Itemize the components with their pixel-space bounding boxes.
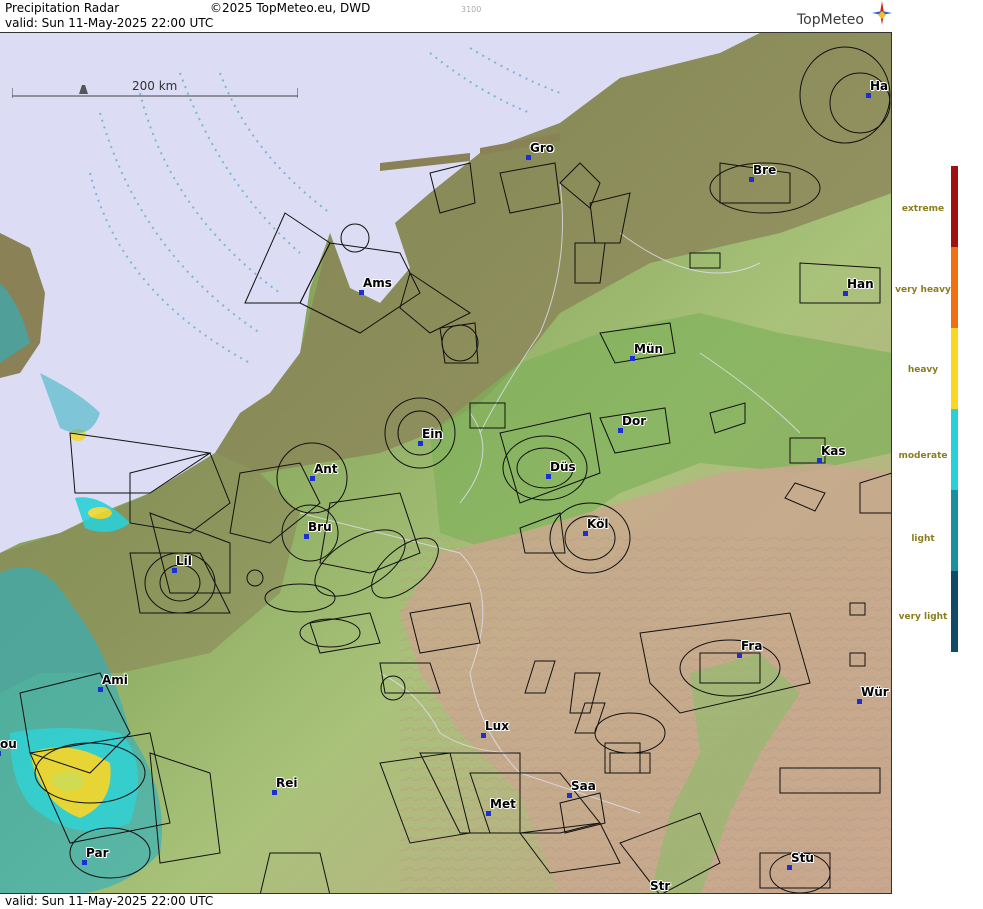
city-marker-par bbox=[82, 860, 87, 865]
city-marker-ami bbox=[98, 687, 103, 692]
city-label-kas: Kas bbox=[821, 444, 846, 458]
city-label-lil: Lil bbox=[176, 554, 192, 568]
city-label-par: Par bbox=[86, 846, 109, 860]
city-label-ou: ou bbox=[0, 737, 17, 751]
city-marker-ant bbox=[310, 476, 315, 481]
city-label-str: Str bbox=[650, 879, 671, 893]
legend-label-4: light bbox=[911, 534, 935, 544]
legend-label-3: moderate bbox=[898, 451, 948, 461]
city-marker-dor bbox=[618, 428, 623, 433]
city-marker-dus bbox=[546, 474, 551, 479]
city-marker-stu bbox=[787, 865, 792, 870]
city-label-han: Han bbox=[847, 277, 874, 291]
city-label-stu: Stu bbox=[791, 851, 814, 865]
city-label-kol: Köl bbox=[587, 517, 609, 531]
legend-label-2: heavy bbox=[907, 365, 939, 375]
city-label-rei: Rei bbox=[276, 776, 298, 790]
city-label-gro: Gro bbox=[530, 141, 555, 155]
city-label-ant: Ant bbox=[314, 462, 338, 476]
city-marker-ams bbox=[359, 290, 364, 295]
city-marker-lux bbox=[481, 733, 486, 738]
city-marker-gro bbox=[526, 155, 531, 160]
legend-bar-4 bbox=[951, 490, 958, 571]
legend-label-1: very heavy bbox=[895, 285, 951, 295]
legend-bar-3 bbox=[951, 409, 958, 490]
valid-time-top: valid: Sun 11-May-2025 22:00 UTC bbox=[5, 16, 214, 30]
city-marker-han bbox=[843, 291, 848, 296]
city-marker-saa bbox=[567, 793, 572, 798]
city-marker-ou bbox=[0, 751, 1, 756]
city-label-bre: Bre bbox=[753, 163, 777, 177]
city-marker-rei bbox=[272, 790, 277, 795]
city-marker-bru bbox=[304, 534, 309, 539]
city-label-saa: Saa bbox=[571, 779, 596, 793]
city-label-dor: Dor bbox=[622, 414, 647, 428]
city-label-ams: Ams bbox=[363, 276, 392, 290]
city-marker-bre bbox=[749, 177, 754, 182]
city-marker-fra bbox=[737, 653, 742, 658]
city-label-lux: Lux bbox=[485, 719, 509, 733]
radar-map[interactable]: 200 km Ha Gro Bre Ams Han Mün Dor Ein Kas Ant Düs B… bbox=[0, 32, 892, 894]
city-label-bru: Bru bbox=[308, 520, 332, 534]
city-label-fra: Fra bbox=[741, 639, 763, 653]
scale-label: 200 km bbox=[132, 79, 178, 93]
city-marker-str bbox=[646, 893, 651, 894]
city-marker-ha bbox=[866, 93, 871, 98]
city-label-wur: Wür bbox=[861, 685, 889, 699]
city-marker-kol bbox=[583, 531, 588, 536]
valid-time-bottom: valid: Sun 11-May-2025 22:00 UTC bbox=[5, 894, 214, 908]
compass-icon bbox=[872, 1, 892, 25]
legend-label-5: very light bbox=[898, 612, 948, 622]
city-label-met: Met bbox=[490, 797, 516, 811]
topmeteo-logo: TopMeteo bbox=[797, 1, 892, 28]
logo-text: TopMeteo bbox=[797, 12, 864, 28]
copyright-text: ©2025 TopMeteo.eu, DWD bbox=[210, 1, 371, 15]
city-label-dus: Düs bbox=[550, 460, 576, 474]
scale-bar: 200 km bbox=[11, 79, 299, 98]
city-label-ein: Ein bbox=[422, 427, 443, 441]
city-label-mun: Mün bbox=[634, 342, 664, 356]
legend-label-0: extreme bbox=[901, 204, 945, 214]
map-code: 3100 bbox=[461, 5, 482, 14]
city-marker-ein bbox=[418, 441, 423, 446]
city-marker-kas bbox=[817, 458, 822, 463]
city-marker-mun bbox=[630, 356, 635, 361]
city-label-ha: Ha bbox=[870, 79, 889, 93]
map-title: Precipitation Radar bbox=[5, 1, 120, 15]
city-marker-wur bbox=[857, 699, 862, 704]
precipitation-legend: extreme very heavy heavy moderate light very … bbox=[893, 32, 983, 894]
city-marker-lil bbox=[172, 568, 177, 573]
city-label-ami: Ami bbox=[102, 673, 128, 687]
city-marker-met bbox=[486, 811, 491, 816]
